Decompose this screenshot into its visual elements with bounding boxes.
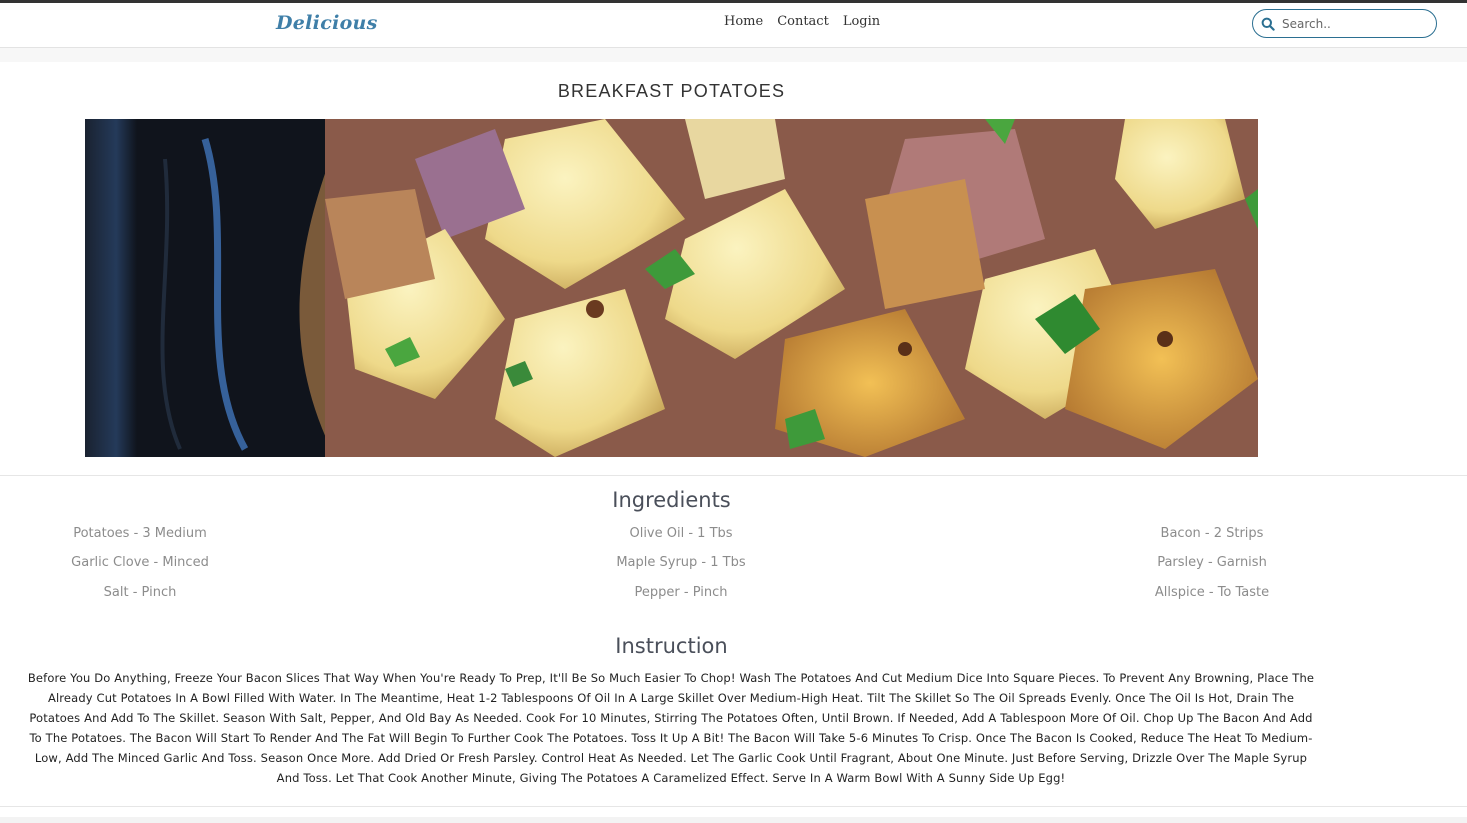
ingredient-item: Olive Oil - 1 Tbs — [629, 526, 733, 541]
ingredient-item: Garlic Clove - Minced — [71, 555, 209, 570]
instruction-heading: Instruction — [615, 634, 728, 658]
section-gap — [0, 48, 1467, 62]
ingredient-item: Salt - Pinch — [103, 585, 177, 600]
ingredient-item: Bacon - 2 Strips — [1160, 526, 1264, 541]
search-box[interactable] — [1252, 9, 1437, 38]
nav-link-login[interactable]: Login — [843, 14, 880, 29]
recipe-image — [85, 119, 1258, 457]
search-icon[interactable] — [1259, 15, 1277, 33]
ingredient-item: Pepper - Pinch — [634, 585, 728, 600]
navbar: Delicious Home Contact Login — [0, 3, 1467, 48]
ingredient-item: Allspice - To Taste — [1154, 585, 1270, 600]
ingredient-item: Parsley - Garnish — [1157, 555, 1267, 570]
nav-links: Home Contact Login — [724, 14, 880, 29]
nav-link-contact[interactable]: Contact — [777, 14, 829, 29]
brand-logo[interactable]: Delicious — [276, 12, 378, 34]
ingredient-item: Potatoes - 3 Medium — [73, 526, 207, 541]
recipe-title: BREAKFAST POTATOES — [557, 81, 786, 101]
search-input[interactable] — [1282, 16, 1422, 31]
divider — [0, 806, 1467, 807]
nav-link-home[interactable]: Home — [724, 14, 763, 29]
instruction-text: Before You Do Anything, Freeze Your Baco… — [27, 671, 1315, 785]
ingredient-item: Maple Syrup - 1 Tbs — [616, 555, 746, 570]
footer-band — [0, 817, 1467, 823]
ingredients-heading: Ingredients — [612, 488, 731, 512]
